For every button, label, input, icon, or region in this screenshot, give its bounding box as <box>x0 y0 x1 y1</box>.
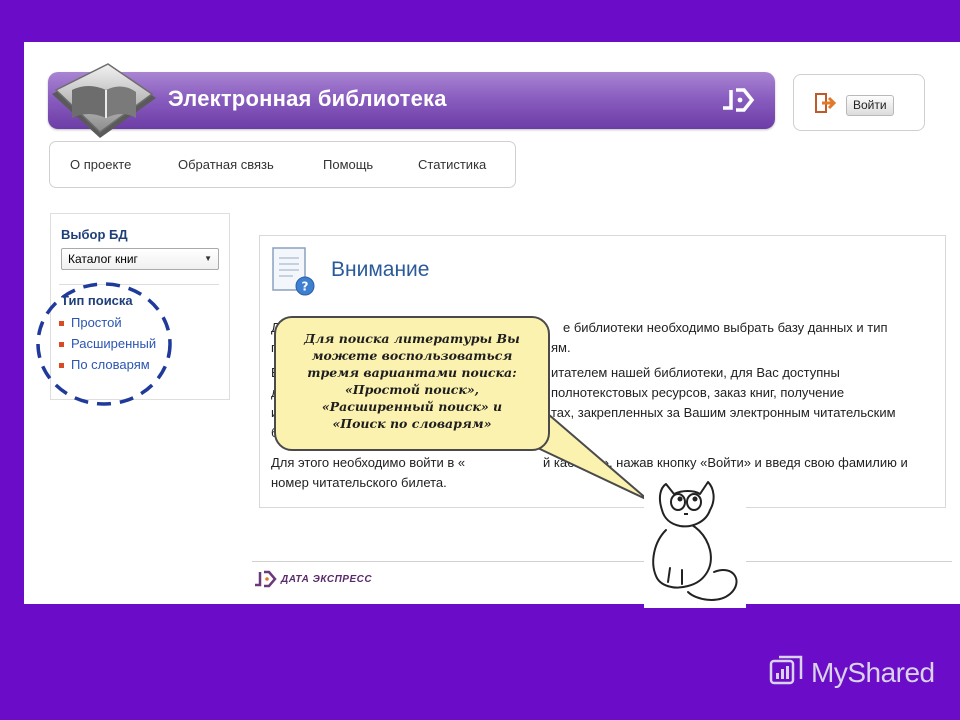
callout-bubble: Для поиска литературы Вы можете воспольз… <box>274 316 550 451</box>
footer-logo-text: ДАТА ЭКСПРЕСС <box>281 574 373 585</box>
top-nav: О проекте Обратная связь Помощь Статисти… <box>49 141 516 188</box>
myshared-logo-icon <box>769 655 803 685</box>
text-line: й кабинет», нажав кнопку «Войти» и введя… <box>543 455 908 470</box>
footer-divider <box>252 561 952 562</box>
data-express-logo-icon <box>723 88 755 112</box>
text-line: полнотекстовых ресурсов, заказ книг, пол… <box>551 385 845 400</box>
nav-feedback[interactable]: Обратная связь <box>178 157 274 172</box>
db-section-title: Выбор БД <box>61 227 128 242</box>
cat-icon <box>652 481 738 601</box>
text-line: итателем нашей библиотеки, для Вас досту… <box>551 365 840 380</box>
text-line: номер читательского билета. <box>271 475 447 490</box>
login-door-icon <box>815 93 836 113</box>
data-express-footer-logo-icon <box>255 570 277 588</box>
nav-statistics[interactable]: Статистика <box>418 157 486 172</box>
callout-line: можете воспользоваться <box>311 348 513 363</box>
callout-line: «Расширенный поиск» и <box>321 399 503 414</box>
document-info-icon: ? <box>272 247 315 296</box>
highlight-circle <box>36 282 172 406</box>
text-line: е библиотеки необходимо выбрать базу дан… <box>563 320 888 335</box>
db-select[interactable]: Каталог книг ▼ <box>61 248 219 270</box>
text-line: ям. <box>551 340 571 355</box>
login-box: Войти <box>793 74 925 131</box>
site-title: Электронная библиотека <box>168 86 447 111</box>
nav-help[interactable]: Помощь <box>323 157 373 172</box>
book-icon <box>52 63 156 138</box>
svg-text:?: ? <box>302 280 309 294</box>
callout-line: «Поиск по словарям» <box>332 416 492 431</box>
callout-line: Для поиска литературы Вы <box>304 331 520 346</box>
db-select-value: Каталог книг <box>68 252 138 266</box>
attention-title: Внимание <box>331 258 430 281</box>
callout-line: «Простой поиск», <box>344 382 480 397</box>
nav-about[interactable]: О проекте <box>70 157 131 172</box>
text-line: тах, закрепленных за Вашим электронным ч… <box>551 405 896 420</box>
watermark-text: MyShared <box>811 657 935 688</box>
cat-illustration <box>644 472 746 608</box>
dropdown-arrow-icon: ▼ <box>204 254 212 263</box>
login-button[interactable]: Войти <box>846 95 894 116</box>
callout-line: тремя вариантами поиска: <box>307 365 517 380</box>
